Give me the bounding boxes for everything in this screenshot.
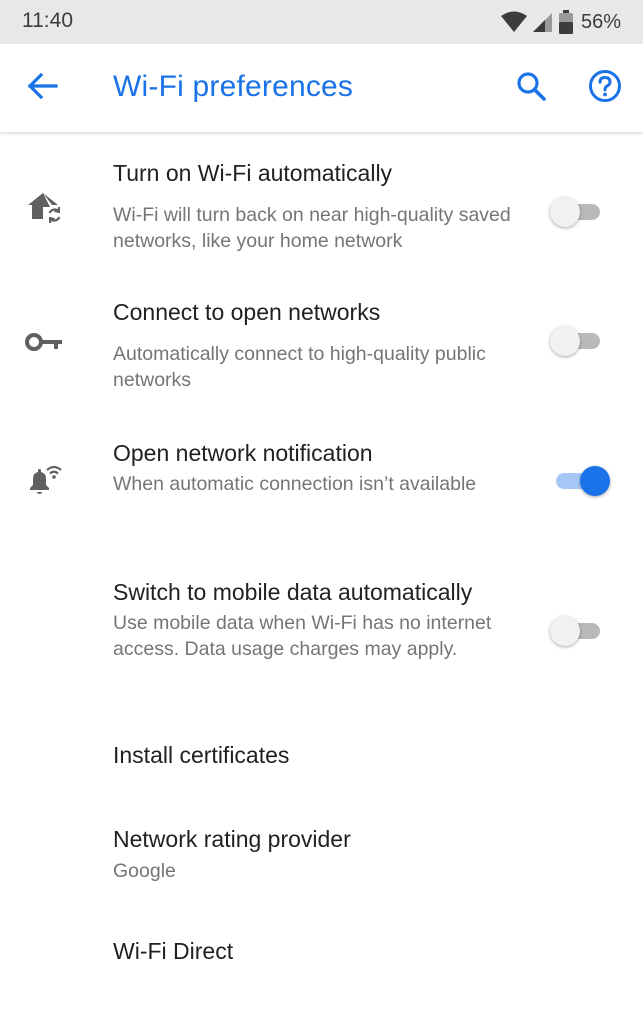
- pref-title: Wi-Fi Direct: [113, 938, 234, 964]
- toggle-connect-to-open-networks[interactable]: [550, 323, 602, 357]
- wifi-signal-icon: [500, 11, 527, 33]
- pref-summary: When automatic connection isn’t availabl…: [113, 473, 477, 495]
- toggle-thumb: [550, 616, 580, 646]
- pref-summary: Google: [113, 860, 176, 882]
- help-icon: [588, 69, 622, 108]
- pref-summary: Automatically connect to high-quality pu…: [113, 343, 486, 391]
- page-title: Wi-Fi preferences: [113, 70, 354, 103]
- pref-turn-on-wifi-automatically[interactable]: Turn on Wi-Fi automatically Wi-Fi will t…: [0, 142, 643, 272]
- back-button[interactable]: [18, 64, 68, 112]
- toggle-turn-on-wifi-automatically[interactable]: [550, 194, 602, 228]
- battery-percent: 56%: [580, 10, 621, 33]
- pref-title: Switch to mobile data automatically: [113, 579, 473, 605]
- pref-open-network-notification[interactable]: Open network notification When automatic…: [0, 422, 643, 552]
- pref-summary: Use mobile data when Wi-Fi has no intern…: [113, 612, 492, 660]
- pref-title: Turn on Wi-Fi automatically: [113, 160, 393, 186]
- cell-signal-icon: [532, 11, 553, 33]
- status-icons: 56%: [500, 8, 621, 36]
- app-bar: Wi-Fi preferences: [0, 44, 643, 132]
- toggle-thumb: [550, 326, 580, 356]
- key-icon: [22, 320, 66, 364]
- pref-install-certificates[interactable]: Install certificates: [0, 722, 643, 796]
- search-icon: [516, 71, 546, 106]
- pref-switch-to-mobile-data-automatically[interactable]: Switch to mobile data automatically Use …: [0, 562, 643, 712]
- pref-title: Network rating provider: [113, 826, 351, 852]
- help-button[interactable]: [580, 64, 630, 112]
- status-time: 11:40: [22, 9, 73, 32]
- wifi-home-icon: [22, 186, 66, 230]
- back-arrow-icon: [27, 72, 58, 104]
- pref-wifi-direct[interactable]: Wi-Fi Direct: [0, 916, 643, 996]
- status-bar: 11:40 56%: [0, 0, 643, 44]
- toggle-thumb: [550, 197, 580, 227]
- battery-icon: [558, 10, 573, 34]
- toggle-open-network-notification[interactable]: [550, 463, 610, 497]
- pref-title: Install certificates: [113, 742, 290, 768]
- pref-network-rating-provider[interactable]: Network rating provider Google: [0, 806, 643, 906]
- pref-title: Connect to open networks: [113, 299, 381, 325]
- pref-title: Open network notification: [113, 440, 373, 466]
- wifi-notification-bell-icon: [22, 458, 66, 502]
- toggle-switch-to-mobile-data-automatically[interactable]: [550, 613, 602, 647]
- pref-summary: Wi-Fi will turn back on near high-qualit…: [113, 204, 511, 252]
- toggle-thumb: [580, 466, 610, 496]
- pref-connect-to-open-networks[interactable]: Connect to open networks Automatically c…: [0, 282, 643, 412]
- search-button[interactable]: [506, 64, 556, 112]
